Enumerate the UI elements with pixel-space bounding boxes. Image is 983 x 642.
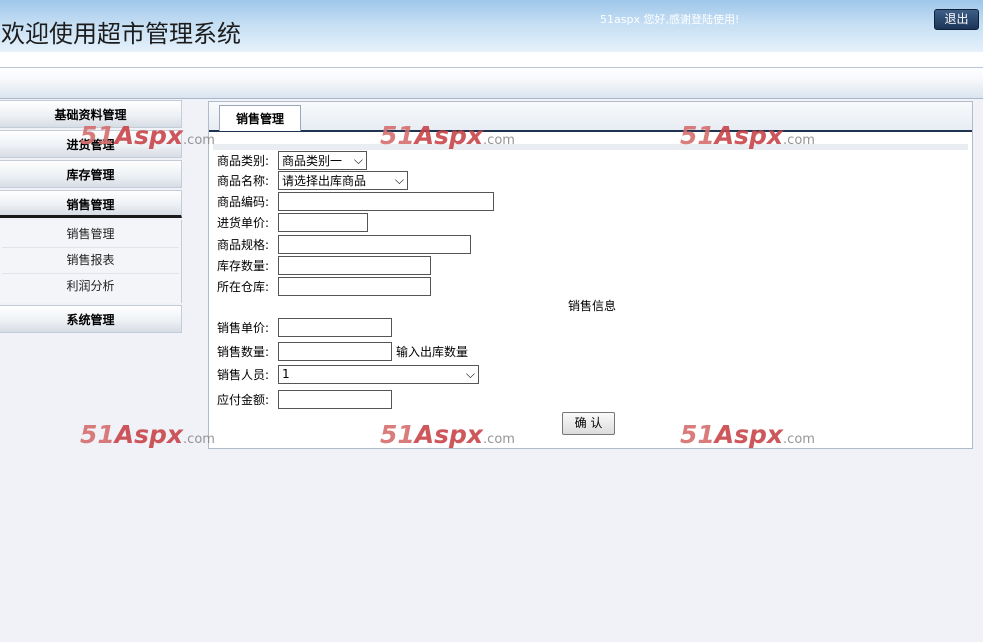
code-label: 商品编码: [217,194,270,209]
menu-purchase[interactable]: 进货管理 [0,130,182,158]
menu-inventory[interactable]: 库存管理 [0,160,182,188]
tab-sales-management[interactable]: 销售管理 [219,105,301,131]
row-salesperson: 销售人员: 1 ⌵ [217,364,479,384]
watermark-logo: 51Aspx.com [80,420,215,449]
watermark-part: Aspx [114,420,184,449]
confirm-button[interactable]: 确 认 [562,412,615,435]
row-stock-qty: 库存数量: [217,255,431,275]
submenu-sales-report[interactable]: 销售报表 [2,248,179,274]
chevron-down-icon: ⌵ [394,172,404,187]
chevron-down-icon: ⌵ [353,152,363,167]
amount-due-input[interactable] [278,389,392,409]
watermark-part: 51 [80,420,115,449]
welcome-text: 51aspx 您好,感谢登陆使用! [600,13,740,26]
product-select-value: 请选择出库商品 [282,173,367,188]
section-title-sales-info: 销售信息 [568,299,617,313]
salesperson-label: 销售人员: [217,367,270,382]
stock-qty-label: 库存数量: [217,258,270,273]
row-sale-price: 销售单价: [217,317,392,337]
amount-due-label: 应付金额: [217,392,270,407]
product-select[interactable]: 请选择出库商品 ⌵ [278,170,408,190]
spec-label: 商品规格: [217,237,270,252]
category-select-value: 商品类别一 [282,153,343,168]
purchase-price-input[interactable] [278,212,368,232]
header: 欢迎使用超市管理系统 51aspx 您好,感谢登陆使用! 退出 [0,0,983,52]
panel-tabbar: 销售管理 [209,102,972,132]
warehouse-input[interactable] [278,276,431,296]
stock-qty-input[interactable] [278,255,431,275]
row-code: 商品编码: [217,191,494,211]
name-label: 商品名称: [217,173,270,188]
row-category: 商品类别: 商品类别一 ⌵ [217,150,367,170]
spec-input[interactable] [278,234,471,254]
menu-sales[interactable]: 销售管理 [0,190,182,218]
app-title: 欢迎使用超市管理系统 [1,20,241,48]
row-name: 商品名称: 请选择出库商品 ⌵ [217,170,408,190]
sale-price-input[interactable] [278,317,392,337]
sidebar: 基础资料管理 进货管理 库存管理 销售管理 销售管理 销售报表 利润分析 系统管… [0,100,182,335]
warehouse-label: 所在仓库: [217,279,270,294]
code-input[interactable] [278,191,494,211]
header-band [0,52,983,67]
chevron-down-icon: ⌵ [465,366,475,381]
sale-qty-input[interactable] [278,341,392,361]
category-label: 商品类别: [217,153,270,168]
salesperson-select[interactable]: 1 ⌵ [278,364,479,384]
menu-system[interactable]: 系统管理 [0,305,182,333]
purchase-price-label: 进货单价: [217,215,270,230]
sale-qty-hint: 输入出库数量 [396,344,469,359]
main-panel: 销售管理 商品类别: 商品类别一 ⌵ 商品名称: 请选择出库商品 ⌵ 商品编码:… [208,101,973,449]
menu-basic-data[interactable]: 基础资料管理 [0,100,182,128]
row-warehouse: 所在仓库: [217,276,431,296]
header-strip [0,67,983,99]
salesperson-select-value: 1 [282,367,290,381]
sale-qty-label: 销售数量: [217,344,270,359]
sale-price-label: 销售单价: [217,320,270,335]
sales-submenu: 销售管理 销售报表 利润分析 [0,220,182,303]
row-purchase-price: 进货单价: [217,212,368,232]
submenu-profit-analysis[interactable]: 利润分析 [2,274,179,299]
row-sale-qty: 销售数量: 输入出库数量 [217,341,468,361]
submenu-sales-management[interactable]: 销售管理 [2,222,179,248]
row-amount-due: 应付金额: [217,389,392,409]
row-spec: 商品规格: [217,234,471,254]
logout-button[interactable]: 退出 [934,9,979,30]
category-select[interactable]: 商品类别一 ⌵ [278,150,367,170]
